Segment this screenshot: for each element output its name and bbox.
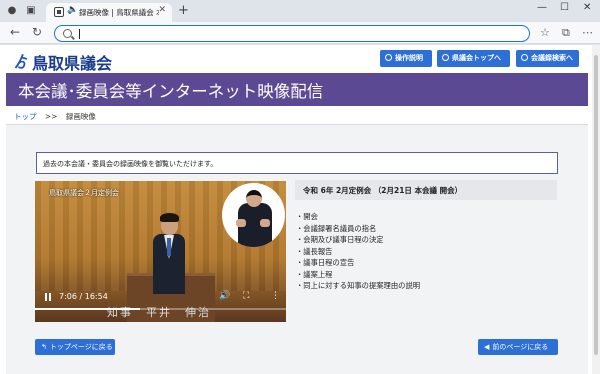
agenda-item[interactable]: ・同上に対する知事の提案理由の説明 — [296, 280, 420, 292]
speaker-icon[interactable]: 🔈 — [67, 5, 78, 15]
agenda-item[interactable]: ・会議録署名議員の指名 — [296, 223, 420, 235]
video-caption: 鳥取県議会２月定例会 — [49, 189, 119, 197]
agenda-item[interactable]: ・議案上程 — [296, 269, 420, 281]
breadcrumb: トップ >> 録画映像 — [14, 111, 96, 122]
url-input[interactable] — [54, 25, 530, 42]
search-icon — [521, 54, 528, 61]
minimize-button[interactable]: — — [537, 2, 547, 13]
video-progress-bar[interactable] — [35, 308, 286, 310]
breadcrumb-current: 録画映像 — [65, 112, 96, 121]
fullscreen-icon[interactable]: ⛶ — [243, 291, 249, 301]
back-icon[interactable]: ← — [10, 25, 20, 39]
collections-icon[interactable]: ⧉ — [562, 26, 570, 40]
operation-guide-button[interactable]: 操作説明 — [380, 50, 432, 67]
settings-icon — [385, 54, 392, 61]
video-player[interactable]: 鳥取県議会２月定例会 知事 平井 伸治 7:06 / 16:54 🔊 ⛶ ⋮ — [35, 181, 286, 322]
maximize-button[interactable]: ☐ — [560, 2, 569, 13]
tab-title: 録画映像 | 鳥取県議会 本会議 — [79, 8, 159, 17]
agenda-item[interactable]: ・開会 — [296, 211, 420, 223]
minutes-search-button[interactable]: 会議録検索へ — [516, 50, 579, 67]
page-banner: 本会議･委員会等インターネット映像配信 — [6, 73, 588, 106]
new-tab-button[interactable]: + — [178, 3, 189, 18]
tab-close-icon[interactable]: ✕ — [158, 5, 166, 15]
back-to-previous-label: 前のページに戻る — [492, 343, 549, 351]
home-icon — [442, 54, 449, 61]
sign-language-inset — [222, 183, 285, 247]
logo-text: 鳥取県議会 — [32, 54, 113, 73]
triangle-left-icon: ◀ — [484, 343, 490, 351]
assembly-top-button[interactable]: 県議会トップへ — [437, 50, 510, 67]
operation-guide-label: 操作説明 — [395, 54, 423, 62]
more-menu-icon[interactable]: ⋯ — [582, 26, 593, 39]
video-progress-fill — [35, 308, 141, 310]
logo-mark-icon: ゟ — [14, 53, 30, 71]
page-title: 本会議･委員会等インターネット映像配信 — [18, 82, 324, 101]
breadcrumb-home-link[interactable]: トップ — [14, 112, 37, 121]
more-options-icon[interactable]: ⋮ — [271, 291, 280, 301]
pause-icon[interactable] — [45, 293, 51, 301]
video-time: 7:06 / 16:54 — [59, 292, 108, 301]
agenda-item[interactable]: ・会期及び議事日程の決定 — [296, 234, 420, 246]
agenda-item[interactable]: ・議長報告 — [296, 246, 420, 258]
notice-box: 過去の本会議・委員会の録画映像を御覧いただけます。 — [36, 152, 558, 174]
search-icon — [63, 29, 72, 38]
reload-icon[interactable]: ↻ — [32, 25, 42, 39]
address-bar-row: ← ↻ ☆ ⧉ ⋯ — [0, 22, 600, 44]
browser-tab-bar: ● ▣ 🔈 録画映像 | 鳥取県議会 本会議 ✕ + — ☐ ✕ — [0, 0, 600, 22]
assembly-top-label: 県議会トップへ — [452, 54, 501, 62]
page-scrollbar[interactable] — [592, 45, 600, 374]
tab-favicon-icon — [54, 7, 64, 17]
back-to-previous-button[interactable]: ◀ 前のページに戻る — [478, 339, 558, 355]
text-caret — [79, 29, 80, 39]
breadcrumb-separator: >> — [44, 112, 58, 121]
back-to-top-label: トップページに戻る — [49, 343, 113, 351]
meeting-title: 令和 6年 2月定例会 （2月21日 本会議 開会） — [295, 180, 557, 200]
profile-icon[interactable]: ● — [5, 4, 19, 18]
return-icon: ↰ — [41, 343, 47, 351]
video-speaker — [153, 213, 185, 295]
browser-tab-active[interactable]: 🔈 録画映像 | 鳥取県議会 本会議 ✕ — [46, 3, 172, 22]
minutes-search-label: 会議録検索へ — [531, 54, 573, 62]
close-window-button[interactable]: ✕ — [583, 2, 591, 13]
agenda-item[interactable]: ・議事日程の宣告 — [296, 257, 420, 269]
favorite-star-icon[interactable]: ☆ — [540, 26, 550, 39]
video-nameplate: 知事 平井 伸治 — [107, 306, 211, 319]
back-to-top-button[interactable]: ↰ トップページに戻る — [35, 339, 115, 355]
volume-icon[interactable]: 🔊 — [219, 291, 230, 301]
agenda-list: ・開会 ・会議録署名議員の指名 ・会期及び議事日程の決定 ・議長報告 ・議事日程… — [296, 211, 420, 292]
tab-actions-icon[interactable]: ▣ — [24, 4, 38, 18]
scrollbar-thumb[interactable] — [594, 55, 598, 355]
